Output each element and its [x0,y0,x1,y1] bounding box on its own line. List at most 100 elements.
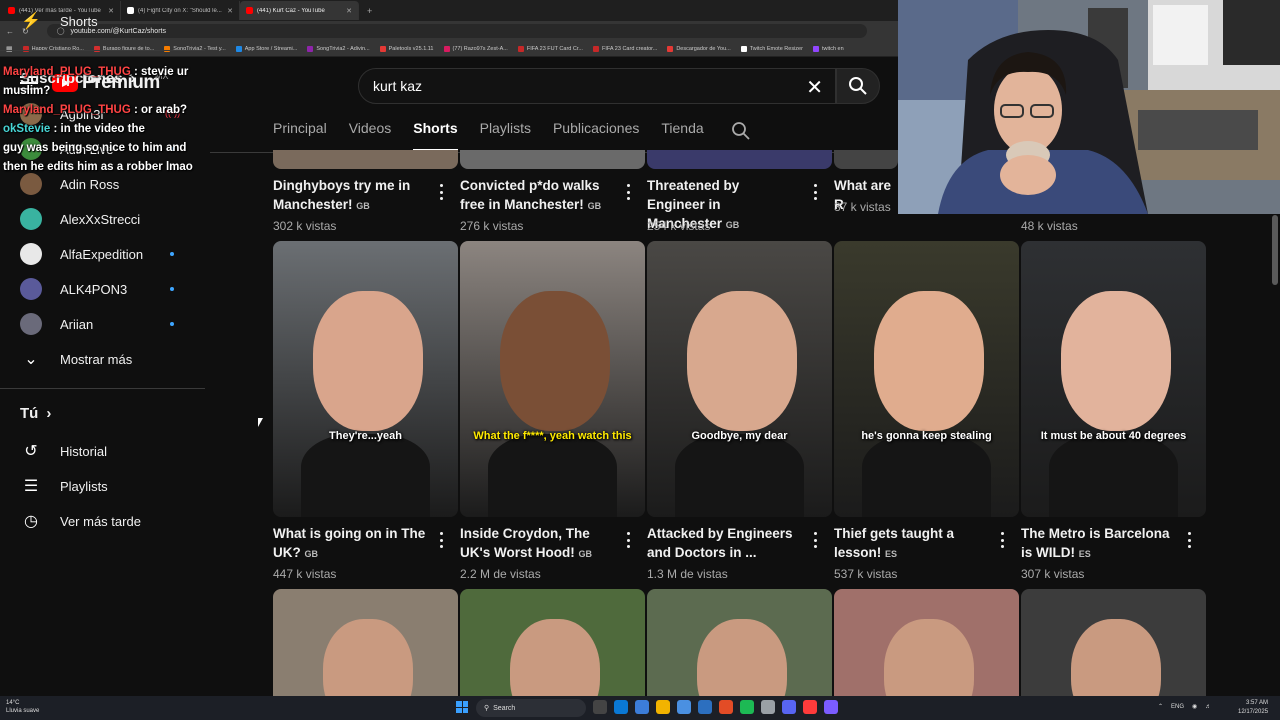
short-thumbnail[interactable] [647,589,832,709]
short-thumbnail[interactable] [460,589,645,709]
short-thumbnail[interactable] [273,150,458,169]
sidebar-item-shorts[interactable]: ⚡ Shorts [20,10,98,32]
close-tab-icon[interactable]: ✕ [346,7,352,15]
taskbar-clock[interactable]: 3:57 AM 12/17/2025 [1238,699,1268,717]
bookmark-label: Twitch Emote Resizer [749,45,803,52]
more-options-icon[interactable] [625,184,631,200]
sidebar-subscription[interactable]: Ariian [20,313,93,335]
bookmark-item[interactable]: Twitch Emote Resizer [740,45,803,52]
bookmark-item[interactable]: FIFA 23 Card creator... [592,45,657,52]
taskbar-app-icon[interactable] [656,700,670,714]
short-thumbnail[interactable] [460,150,645,169]
bookmark-item[interactable]: FIFA 23 FUT Card Cr... [517,45,583,52]
sidebar-subscription[interactable]: AlexXxStrecci [20,208,140,230]
language-indicator[interactable]: ENG [1171,704,1184,710]
sidebar-item-playlists[interactable]: ☰ Playlists [20,475,108,497]
tab-principal[interactable]: Principal [273,120,327,151]
page-scrollbar[interactable] [1272,215,1278,285]
volume-icon[interactable]: ♬ [1205,704,1211,710]
tray-chevron-icon[interactable]: ⌃ [1158,703,1163,710]
taskbar-app-icon[interactable] [824,700,838,714]
more-options-icon[interactable] [438,184,444,200]
more-options-icon[interactable] [625,532,631,548]
apps-grid-icon[interactable]: ▦ [6,45,13,53]
windows-start-icon[interactable] [456,701,468,713]
tab-videos[interactable]: Videos [349,120,392,151]
short-thumbnail[interactable]: They're...yeah [273,241,458,517]
tab-publicaciones[interactable]: Publicaciones [553,120,639,151]
taskbar-app-icon[interactable] [593,700,607,714]
taskbar-app-icon[interactable] [635,700,649,714]
bookmarks-bar: ▦ Happy Cristiano Ro... Burago figure de … [0,41,900,57]
more-options-icon[interactable] [438,532,444,548]
sidebar-item-watch-later[interactable]: ◷ Ver más tarde [20,510,141,532]
channel-search-icon[interactable] [731,121,751,146]
taskbar-search[interactable]: ⚲ Search [476,699,586,717]
wifi-icon[interactable]: ◉ [1192,703,1197,710]
short-title[interactable]: Inside Croydon, The UK's Worst Hood! GB [460,524,620,564]
chat-message-line: Maryland_PLUG_THUG : or arab? [3,101,208,120]
bookmark-item[interactable]: twitch en [812,45,844,52]
short-thumbnail[interactable] [834,150,898,169]
url-field[interactable]: ◯ youtube.com/@KurtCaz/shorts [46,24,867,38]
short-thumbnail[interactable] [647,150,832,169]
more-options-icon[interactable] [999,532,1005,548]
short-thumbnail[interactable]: It must be about 40 degrees [1021,241,1206,517]
short-title[interactable]: Thief gets taught a lesson! ES [834,524,994,564]
short-title[interactable]: Convicted p*do walks free in Manchester!… [460,176,610,216]
bookmark-favicon-icon [307,45,314,52]
more-options-icon[interactable] [812,532,818,548]
tab-shorts[interactable]: Shorts [413,120,458,151]
person-face [687,291,797,431]
tab-playlists[interactable]: Playlists [480,120,531,151]
taskbar-app-icon[interactable] [803,700,817,714]
view-count: 537 k vistas [834,567,898,581]
bookmark-item[interactable]: (77) Razo97s Zest-A... [443,45,508,52]
sidebar-subscription[interactable]: ALK4PON3 [20,278,127,300]
country-badge: GB [304,549,319,559]
more-options-icon[interactable] [1186,532,1192,548]
short-thumbnail[interactable]: Goodbye, my dear [647,241,832,517]
more-options-icon[interactable] [812,184,818,200]
bookmark-item[interactable]: Paletools v25.1.11 [379,45,434,52]
tab-tienda[interactable]: Tienda [661,120,703,151]
clear-search-icon[interactable]: ✕ [806,75,823,100]
taskbar-app-icon[interactable] [614,700,628,714]
short-title-text: Dinghyboys try me in Manchester! [273,178,411,212]
short-thumbnail[interactable]: What the f****, yeah watch this [460,241,645,517]
show-more-button[interactable]: ⌄ Mostrar más [20,348,132,370]
short-title[interactable]: Attacked by Engineers and Doctors in ... [647,524,807,562]
short-thumbnail[interactable]: he's gonna keep stealing [834,241,1019,517]
taskbar-app-icon[interactable] [677,700,691,714]
taskbar-app-icon[interactable] [698,700,712,714]
browser-tab[interactable]: (4) Fight City on X: "Should le... ✕ [121,1,240,20]
person-shirt [300,434,431,517]
new-tab-button[interactable]: + [359,6,380,16]
taskbar-app-icon[interactable] [719,700,733,714]
sidebar-subscription[interactable]: AlfaExpedition [20,243,143,265]
sidebar-item-label: Shorts [60,13,98,29]
bookmark-item[interactable]: Descargador de You... [667,45,731,52]
taskbar-app-icon[interactable] [782,700,796,714]
short-title[interactable]: The Metro is Barcelona is WILD! ES [1021,524,1181,564]
short-title[interactable]: What is going on in The UK? GB [273,524,433,564]
short-title[interactable]: Dinghyboys try me in Manchester! GB [273,176,423,216]
short-thumbnail[interactable] [834,589,1019,709]
short-thumbnail[interactable] [273,589,458,709]
taskbar-app-icon[interactable] [761,700,775,714]
sidebar-item-history[interactable]: ↺ Historial [20,440,107,462]
you-heading[interactable]: Tú › [20,405,51,422]
search-button[interactable] [836,68,880,104]
back-icon[interactable]: ← [6,27,14,36]
browser-tab[interactable]: (441) Kurt Caz - YouTube ✕ [240,1,359,20]
person-shirt [487,434,618,517]
bookmark-item[interactable]: SongTrivia2 - Adivin... [307,45,370,52]
country-badge: ES [1078,549,1091,559]
short-thumbnail[interactable] [1021,589,1206,709]
taskbar-app-icon[interactable] [740,700,754,714]
weather-widget[interactable]: 14°C Lluvia suave [6,699,39,715]
bookmark-item[interactable]: App Store / Streami... [235,45,297,52]
close-tab-icon[interactable]: ✕ [108,7,114,15]
search-input[interactable]: kurt kaz ✕ [358,68,836,104]
close-tab-icon[interactable]: ✕ [227,7,233,15]
